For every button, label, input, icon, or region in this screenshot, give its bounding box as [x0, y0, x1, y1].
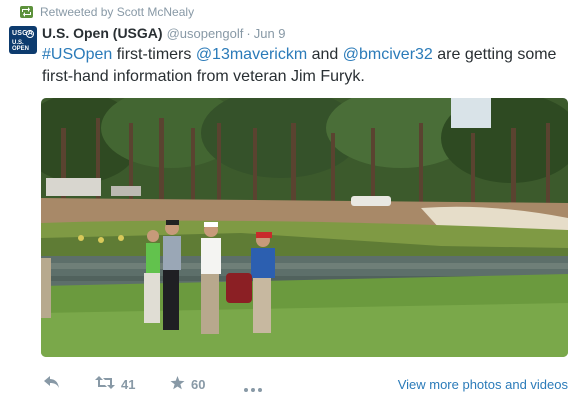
tweet-timestamp[interactable]: Jun 9 [254, 26, 286, 41]
avatar[interactable]: USGA U.S. OPEN [9, 26, 37, 54]
tweet-text-segment: first-timers [112, 46, 196, 63]
usga-globe-icon [26, 30, 34, 38]
hashtag-link[interactable]: #USOpen [42, 46, 112, 63]
favorite-button[interactable]: 60 [170, 376, 205, 393]
reply-icon [44, 376, 60, 391]
retweet-icon [20, 6, 33, 18]
golf-course-image [41, 98, 568, 357]
retweet-icon [95, 376, 115, 392]
tweet-photo[interactable] [41, 98, 568, 357]
retweet-button[interactable]: 41 [95, 376, 135, 392]
reply-button[interactable] [44, 376, 60, 391]
mention-link[interactable]: @13maverickm [196, 46, 307, 63]
mention-link[interactable]: @bmciver32 [343, 46, 433, 63]
avatar-line2: U.S. OPEN [12, 40, 30, 52]
tweet-text-segment: and [307, 46, 343, 63]
retweet-context: Retweeted by Scott McNealy [20, 5, 194, 19]
favorite-star-icon [170, 376, 185, 393]
favorite-count: 60 [191, 377, 206, 392]
header-separator: · [246, 26, 251, 41]
more-ellipsis-icon [244, 380, 262, 395]
tweet-text: #USOpen first-timers @13maverickm and @b… [42, 44, 562, 88]
author-handle[interactable]: @usopengolf [167, 26, 244, 41]
author-name[interactable]: U.S. Open (USGA) [42, 25, 163, 41]
tweet-header: U.S. Open (USGA) @usopengolf · Jun 9 [42, 25, 286, 41]
retweet-count: 41 [121, 376, 136, 392]
view-more-photos-link[interactable]: View more photos and videos [398, 377, 568, 392]
more-button[interactable] [244, 380, 262, 395]
retweeted-by-text[interactable]: Retweeted by Scott McNealy [40, 5, 194, 19]
tweet-actions: 41 60 View more photos and videos [0, 370, 581, 400]
